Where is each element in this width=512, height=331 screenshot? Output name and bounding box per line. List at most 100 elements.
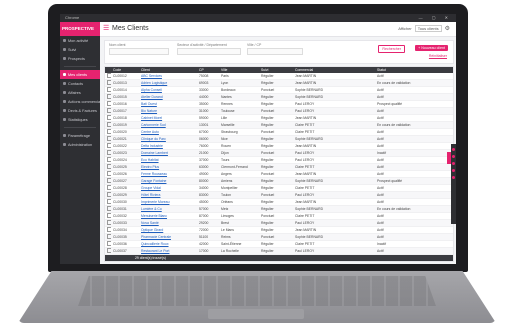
row-checkbox[interactable] bbox=[105, 240, 111, 248]
table-cell[interactable]: CL00015 bbox=[111, 93, 139, 101]
table-cell[interactable]: Lumière & Co bbox=[139, 205, 197, 213]
table-cell[interactable]: CL00022 bbox=[111, 142, 139, 150]
checkbox[interactable] bbox=[107, 178, 111, 183]
row-checkbox[interactable] bbox=[105, 100, 111, 108]
sidebar-item[interactable]: Contacts bbox=[60, 79, 100, 88]
table-row[interactable]: CL00037 Restaurant Le Port 17000 La Rochell… bbox=[105, 247, 453, 255]
table-row[interactable]: CL00021 Clinique du Parc 06000 Nice Régulier… bbox=[105, 135, 453, 143]
sidebar-item[interactable]: Mon activité bbox=[60, 36, 100, 45]
sidebar-item[interactable]: Mes clients bbox=[60, 70, 100, 79]
table-row[interactable]: CL00028 Groupe Vidal 34000 Montpellier Régul… bbox=[105, 184, 453, 192]
row-checkbox[interactable] bbox=[105, 219, 111, 227]
table-row[interactable]: CL00035 Pharmacie Centrale 51100 Reims Ponct… bbox=[105, 233, 453, 241]
table-row[interactable]: CL00030 Imprimerie Moreau 45000 Orléans Régu… bbox=[105, 198, 453, 206]
checkbox[interactable] bbox=[107, 248, 111, 253]
toolbar-dot-icon[interactable] bbox=[452, 169, 455, 172]
table-cell[interactable]: Quincaillerie Roux bbox=[139, 240, 197, 248]
table-row[interactable]: CL00039Transports Henry86000PoitiersRégu… bbox=[105, 262, 453, 263]
table-cell[interactable]: CL00018 bbox=[111, 114, 139, 122]
filter-select[interactable]: Tous clients bbox=[414, 25, 442, 32]
reset-link[interactable]: Réinitialiser bbox=[429, 54, 447, 58]
row-checkbox[interactable] bbox=[105, 121, 111, 129]
table-row[interactable]: CL00014 Alpha Conseil 33000 Bordeaux Ponctue… bbox=[105, 86, 453, 94]
table-row[interactable]: CL00031 Lumière & Co 57000 Metz Régulier Soph… bbox=[105, 205, 453, 213]
table-cell[interactable]: CL00027 bbox=[111, 177, 139, 185]
table-cell[interactable]: Electro Plus bbox=[139, 163, 197, 171]
table-cell[interactable]: Centre Auto bbox=[139, 128, 197, 136]
checkbox[interactable] bbox=[107, 101, 111, 106]
checkbox[interactable] bbox=[107, 129, 111, 134]
checkbox[interactable] bbox=[107, 241, 111, 246]
checkbox[interactable] bbox=[107, 164, 111, 169]
checkbox[interactable] bbox=[107, 220, 111, 225]
table-row[interactable]: CL00024 Eco Habitat 37000 Tours Régulier Paul… bbox=[105, 156, 453, 164]
toolbar-dot-icon[interactable] bbox=[452, 162, 455, 165]
table-row[interactable]: CL00034 Optique Girard 72000 Le Mans Régulie… bbox=[105, 226, 453, 234]
table-cell[interactable]: CL00017 bbox=[111, 107, 139, 115]
table-row[interactable]: CL00018 Cabinet Morel 59000 Lille Régulier Je… bbox=[105, 114, 453, 122]
table-cell[interactable]: CL00020 bbox=[111, 128, 139, 136]
checkbox[interactable] bbox=[107, 199, 111, 204]
row-checkbox[interactable] bbox=[105, 184, 111, 192]
table-cell[interactable]: Bio Nature bbox=[139, 107, 197, 115]
toolbar-dot-icon[interactable] bbox=[452, 176, 455, 179]
checkbox[interactable] bbox=[107, 73, 111, 78]
table-cell[interactable]: CL00028 bbox=[111, 184, 139, 192]
row-checkbox[interactable] bbox=[105, 149, 111, 157]
row-checkbox[interactable] bbox=[105, 79, 111, 87]
table-cell[interactable]: Garage Fontaine bbox=[139, 177, 197, 185]
client-input[interactable] bbox=[109, 48, 169, 55]
table-cell[interactable]: CL00014 bbox=[111, 86, 139, 94]
sidebar-item[interactable]: Statistiques bbox=[60, 115, 100, 124]
table-cell[interactable]: Nova Santé bbox=[139, 219, 197, 227]
row-checkbox[interactable] bbox=[105, 191, 111, 199]
checkbox[interactable] bbox=[107, 206, 111, 211]
row-checkbox[interactable] bbox=[105, 135, 111, 143]
row-checkbox[interactable] bbox=[105, 107, 111, 115]
table-cell[interactable]: Bati Ouest bbox=[139, 100, 197, 108]
table-cell[interactable]: Cabinet Morel bbox=[139, 114, 197, 122]
sidebar-item[interactable]: Prospects bbox=[60, 54, 100, 63]
checkbox[interactable] bbox=[107, 122, 111, 127]
table-cell[interactable]: CL00034 bbox=[111, 226, 139, 234]
menu-icon[interactable]: ☰ bbox=[103, 25, 109, 32]
table-cell[interactable]: Adrien Logistique bbox=[139, 79, 197, 87]
table-cell[interactable]: Domaine Lambert bbox=[139, 149, 197, 157]
table-cell[interactable]: Ferme Rousseau bbox=[139, 170, 197, 178]
brand-logo[interactable]: PROSPECTIVE bbox=[60, 22, 100, 36]
table-row[interactable]: CL00023 Domaine Lambert 21000 Dijon Ponctuel… bbox=[105, 149, 453, 157]
table-cell[interactable]: CL00029 bbox=[111, 191, 139, 199]
row-checkbox[interactable] bbox=[105, 212, 111, 220]
table-cell[interactable]: Delta Industrie bbox=[139, 142, 197, 150]
table-row[interactable]: CL00016 Bati Ouest 35000 Rennes Régulier Paul… bbox=[105, 100, 453, 108]
checkbox[interactable] bbox=[107, 192, 111, 197]
row-checkbox[interactable] bbox=[105, 156, 111, 164]
table-cell[interactable]: CL00035 bbox=[111, 233, 139, 241]
checkbox[interactable] bbox=[107, 136, 111, 141]
table-cell[interactable]: CL00036 bbox=[111, 240, 139, 248]
table-cell[interactable]: CL00032 bbox=[111, 212, 139, 220]
toolbar-dot-icon[interactable] bbox=[452, 148, 455, 151]
row-checkbox[interactable] bbox=[105, 93, 111, 101]
table-cell[interactable]: Cartonnerie Sud bbox=[139, 121, 197, 129]
checkbox[interactable] bbox=[107, 80, 111, 85]
row-checkbox[interactable] bbox=[105, 205, 111, 213]
table-row[interactable]: CL00019 Cartonnerie Sud 13001 Marseille Régu… bbox=[105, 121, 453, 129]
table-cell[interactable]: Transports Henry bbox=[139, 262, 197, 263]
table-cell[interactable]: Clinique du Parc bbox=[139, 135, 197, 143]
table-cell[interactable]: CL00013 bbox=[111, 79, 139, 87]
city-input[interactable] bbox=[247, 48, 303, 55]
table-cell[interactable]: CL00030 bbox=[111, 198, 139, 206]
checkbox[interactable] bbox=[107, 115, 111, 120]
checkbox[interactable] bbox=[107, 94, 111, 99]
table-cell[interactable]: Optique Girard bbox=[139, 226, 197, 234]
table-row[interactable]: CL00020 Centre Auto 67000 Strasbourg Ponctue… bbox=[105, 128, 453, 136]
checkbox[interactable] bbox=[107, 213, 111, 218]
table-cell[interactable]: CL00025 bbox=[111, 163, 139, 171]
table-row[interactable]: CL00027 Garage Fontaine 80000 Amiens Régulie… bbox=[105, 177, 453, 185]
table-cell[interactable]: CL00037 bbox=[111, 247, 139, 255]
table-cell[interactable]: Imprimerie Moreau bbox=[139, 198, 197, 206]
checkbox[interactable] bbox=[107, 143, 111, 148]
sidebar-item[interactable]: Devis & Factures bbox=[60, 106, 100, 115]
table-cell[interactable]: CL00024 bbox=[111, 156, 139, 164]
